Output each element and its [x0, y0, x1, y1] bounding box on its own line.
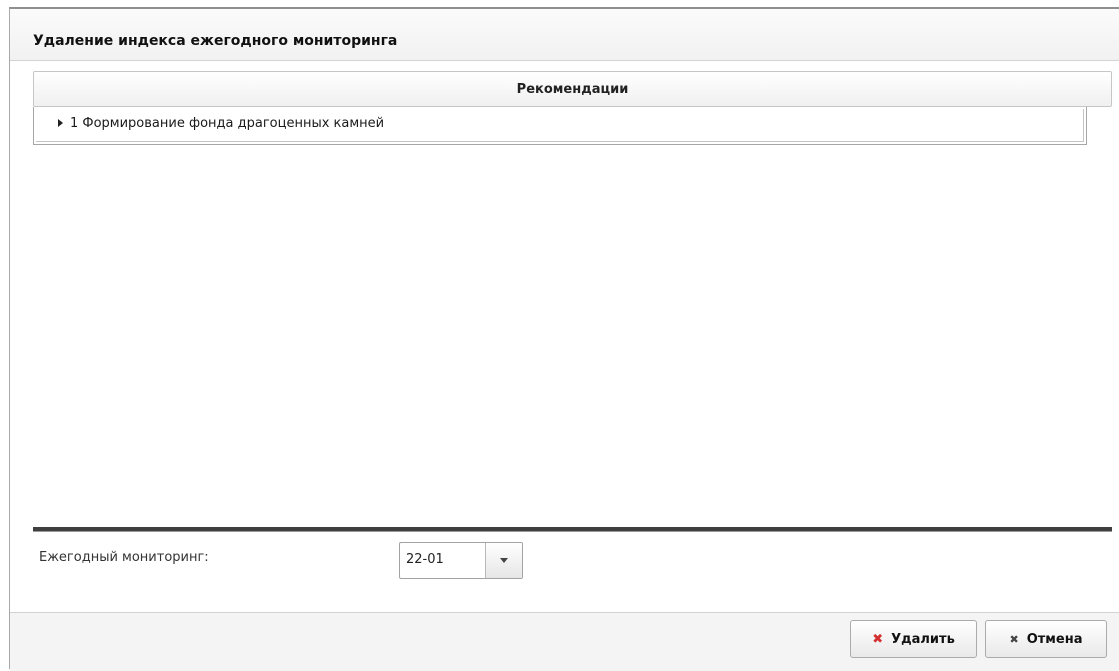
cancel-x-icon: ✖: [1009, 632, 1019, 646]
chevron-down-icon: [500, 558, 508, 563]
annual-monitoring-row-label: Ежегодный мониторинг:: [39, 550, 209, 565]
dialog-titlebar: Удаление индекса ежегодного мониторинга: [10, 9, 1119, 61]
expand-arrow-icon[interactable]: [58, 119, 63, 127]
monitoring-combobox-field[interactable]: 22-01: [399, 542, 523, 579]
row-text: 1 Формирование фонда драгоценных камней: [70, 116, 385, 131]
dialog-footer: ✖ Удалить ✖ Отмена: [10, 612, 1119, 671]
delete-x-icon: ✖: [872, 631, 884, 647]
cancel-button-label: Отмена: [1026, 631, 1083, 647]
delete-button-label: Удалить: [891, 631, 955, 647]
monitoring-combobox-value: 22-01: [406, 552, 444, 567]
recommendations-grid: Рекомендации 1 Формирование фонда драгоц…: [33, 71, 1112, 147]
annual-monitoring-row: Ежегодный мониторинг: 22-01: [9, 530, 1119, 600]
table-row[interactable]: 1 Формирование фонда драгоценных камней: [33, 107, 1087, 145]
column-header-label: Рекомендации: [516, 82, 629, 97]
column-header-recommendations[interactable]: Рекомендации: [33, 71, 1112, 107]
cancel-button[interactable]: ✖ Отмена: [985, 620, 1107, 658]
dialog-title: Удаление индекса ежегодного мониторинга: [33, 33, 398, 49]
combobox-dropdown-button[interactable]: [485, 543, 522, 578]
delete-button[interactable]: ✖ Удалить: [850, 620, 977, 658]
